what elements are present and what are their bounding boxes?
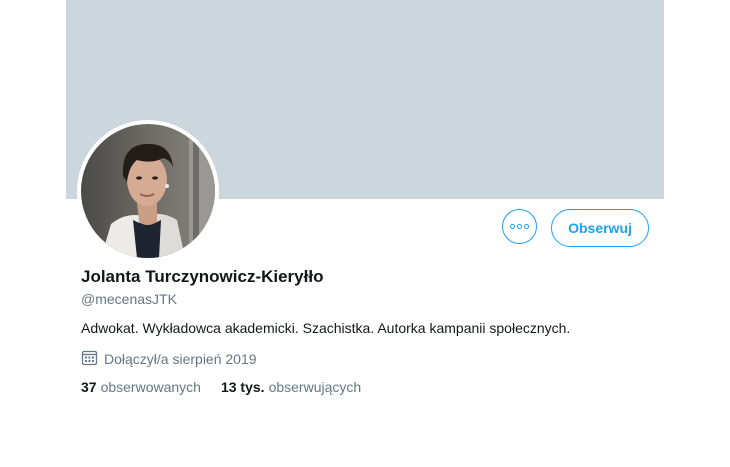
more-icon bbox=[510, 224, 529, 229]
profile-bio: Adwokat. Wykładowca akademicki. Szachist… bbox=[81, 320, 571, 336]
more-options-button[interactable] bbox=[502, 209, 537, 244]
profile-name: Jolanta Turczynowicz-Kieryłło bbox=[81, 267, 324, 286]
following-value: 37 bbox=[81, 379, 97, 395]
profile-handle: @mecenasJTK bbox=[81, 291, 177, 307]
dot-icon bbox=[510, 224, 515, 229]
following-count[interactable]: 37 obserwowanych bbox=[81, 379, 201, 395]
dot-icon bbox=[517, 224, 522, 229]
followers-value: 13 tys. bbox=[220, 379, 265, 395]
dot-icon bbox=[524, 224, 529, 229]
joined-label: Dołączył/a sierpień 2019 bbox=[104, 351, 257, 367]
profile-page: Obserwuj Jolanta Turczynowicz-Kieryłło @… bbox=[0, 0, 730, 467]
avatar-frame bbox=[77, 120, 219, 262]
followers-count[interactable]: 13 tys. obserwujących bbox=[221, 379, 361, 395]
avatar[interactable] bbox=[81, 124, 215, 258]
calendar-icon bbox=[81, 349, 98, 369]
follow-button[interactable]: Obserwuj bbox=[551, 209, 649, 247]
followers-label: obserwujących bbox=[268, 379, 362, 395]
joined-date: Dołączył/a sierpień 2019 bbox=[81, 349, 257, 369]
following-label: obserwowanych bbox=[100, 379, 201, 395]
profile-stats: 37 obserwowanych 13 tys. obserwujących bbox=[81, 379, 361, 395]
